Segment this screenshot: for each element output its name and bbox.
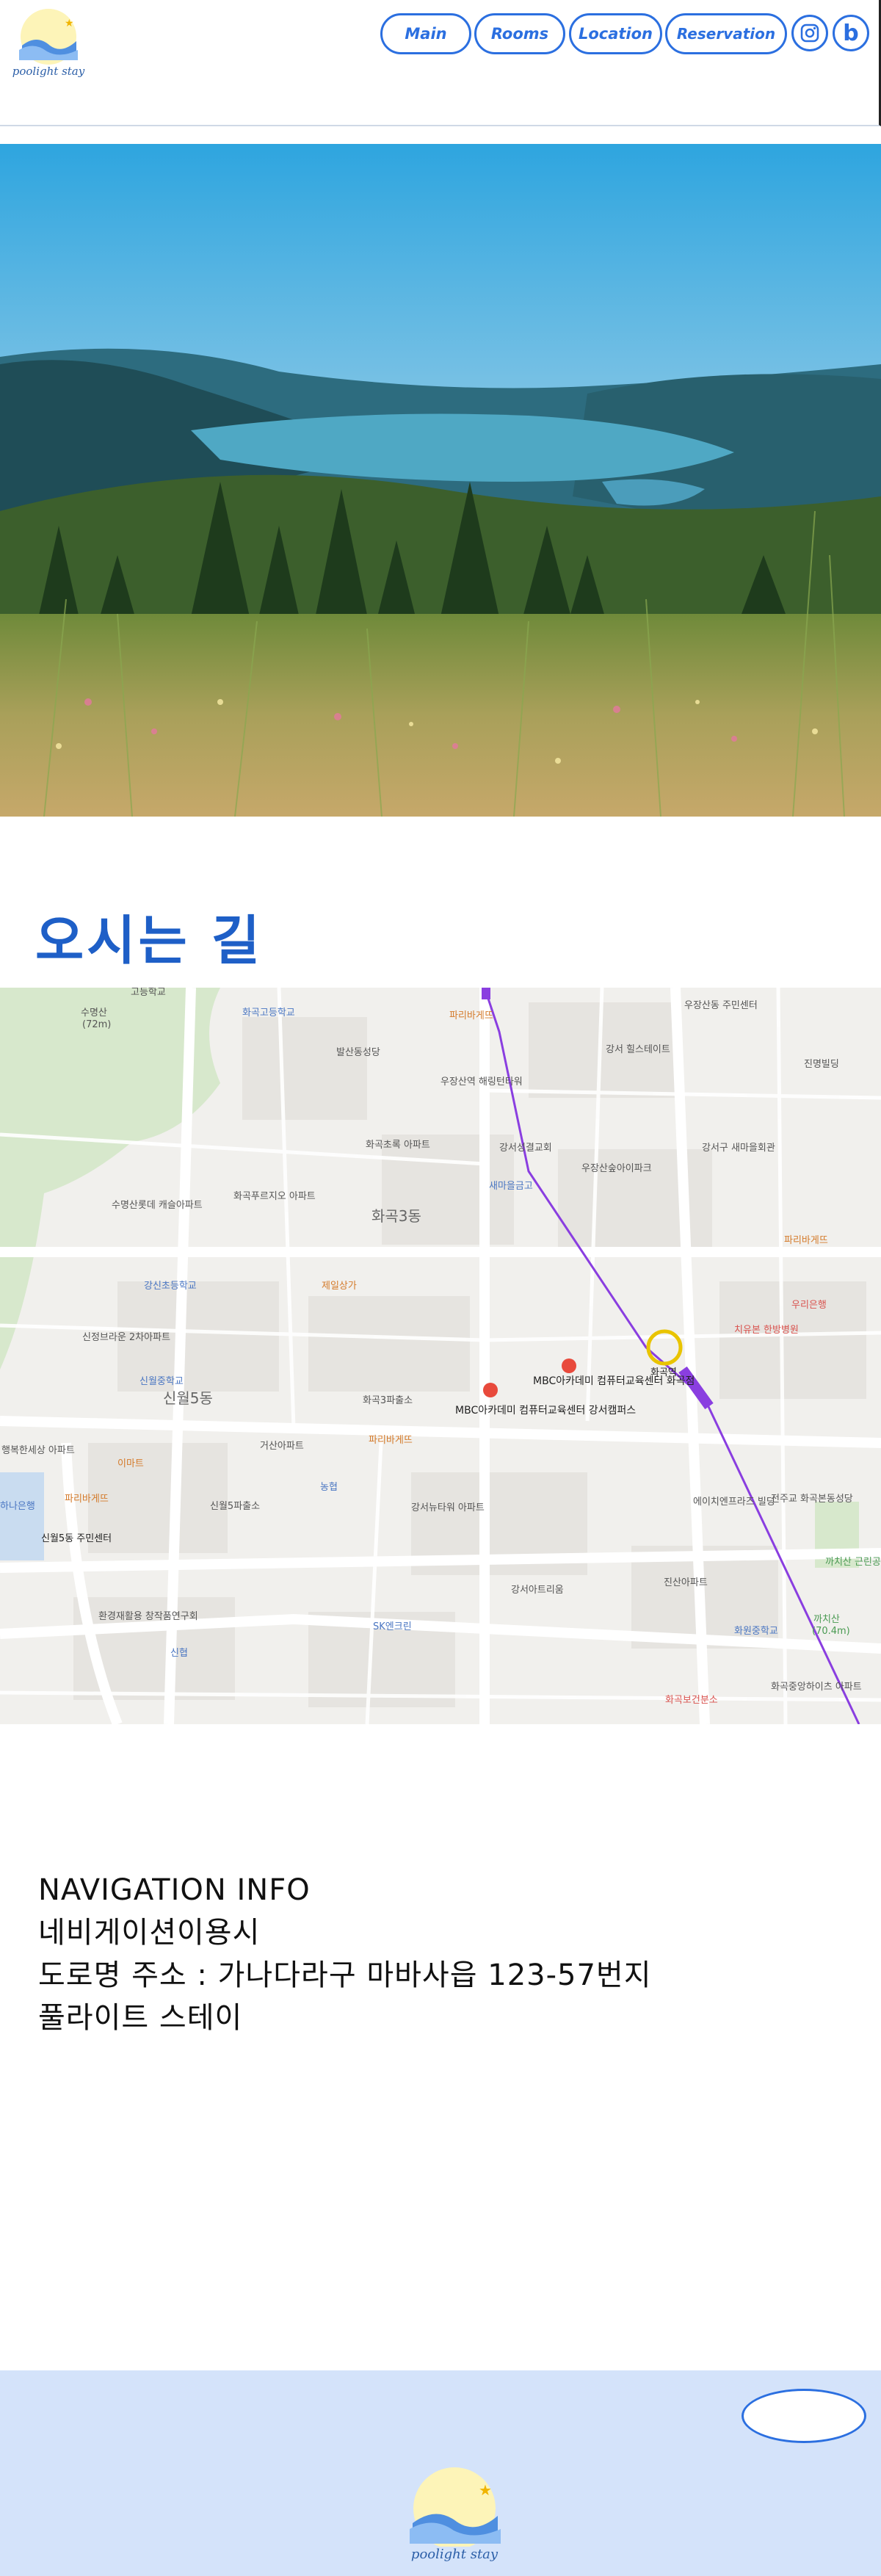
svg-text:화곡고등학교: 화곡고등학교 <box>242 1007 295 1019</box>
info-address: 도로명 주소 : 가나다라구 마바사읍 123-57번지 <box>38 1958 652 1992</box>
svg-text:우장산역 해링턴타워: 우장산역 해링턴타워 <box>440 1077 523 1088</box>
info-heading: NAVIGATION INFO <box>38 1873 311 1907</box>
nav-reservation[interactable]: Reservation <box>665 13 787 54</box>
svg-text:(72m): (72m) <box>82 1019 111 1030</box>
svg-text:(70.4m): (70.4m) <box>812 1626 850 1637</box>
svg-text:화곡3동: 화곡3동 <box>371 1207 421 1225</box>
svg-text:고등학교: 고등학교 <box>131 988 166 998</box>
site-footer: ★ poolight stay <box>0 2370 881 2576</box>
svg-text:신정브라운 2차아파트: 신정브라운 2차아파트 <box>82 1332 170 1343</box>
location-map[interactable]: 수명산 (72m) 고등학교 화곡고등학교 발산동성당 파리바게뜨 우장산동 주… <box>0 988 881 1724</box>
svg-text:치유본 한방병원: 치유본 한방병원 <box>734 1325 799 1336</box>
logo-icon: ★ <box>410 2467 501 2550</box>
svg-text:까치산 근린공원: 까치산 근린공원 <box>825 1557 881 1568</box>
svg-text:강서뉴타워 아파트: 강서뉴타워 아파트 <box>411 1502 485 1513</box>
svg-text:행복한세상 아파트: 행복한세상 아파트 <box>1 1444 75 1456</box>
svg-text:화곡역: 화곡역 <box>650 1367 677 1378</box>
svg-text:화곡중앙하이츠 아파트: 화곡중앙하이츠 아파트 <box>771 1682 862 1693</box>
svg-text:거산아파트: 거산아파트 <box>260 1441 304 1452</box>
logo-text: poolight stay <box>12 65 85 78</box>
svg-text:화원중학교: 화원중학교 <box>734 1626 778 1637</box>
footer-oval-button[interactable] <box>742 2389 866 2443</box>
svg-text:우장산숲아이파크: 우장산숲아이파크 <box>581 1163 652 1174</box>
svg-text:파리바게뜨: 파리바게뜨 <box>369 1435 413 1446</box>
info-place-name: 풀라이트 스테이 <box>38 2001 243 2035</box>
svg-text:에이치엔프라즈 빌딩: 에이치엔프라즈 빌딩 <box>693 1497 775 1508</box>
svg-text:강서아트리움: 강서아트리움 <box>511 1585 564 1596</box>
map-pin-icon <box>562 1358 576 1373</box>
svg-text:SK엔크린: SK엔크린 <box>373 1621 412 1632</box>
svg-text:화곡초록 아파트: 화곡초록 아파트 <box>366 1140 430 1151</box>
navigation-info: NAVIGATION INFO 네비게이션이용시 도로명 주소 : 가나다라구 … <box>38 1869 652 2039</box>
svg-text:★: ★ <box>65 18 74 29</box>
svg-text:★: ★ <box>479 2481 492 2499</box>
svg-text:우장산동 주민센터: 우장산동 주민센터 <box>684 1000 758 1011</box>
logo[interactable]: ★ poolight stay <box>12 7 85 84</box>
svg-text:MBC아카데미 컴퓨터교육센터 강서캠퍼스: MBC아카데미 컴퓨터교육센터 강서캠퍼스 <box>455 1405 636 1417</box>
svg-text:전주교 화곡본동성당: 전주교 화곡본동성당 <box>771 1494 853 1505</box>
svg-text:강신초등학교: 강신초등학교 <box>144 1281 197 1292</box>
svg-text:강서구 새마을회관: 강서구 새마을회관 <box>702 1143 775 1154</box>
svg-text:이마트: 이마트 <box>117 1458 144 1469</box>
svg-text:발산동성당: 발산동성당 <box>336 1047 380 1058</box>
hero-landscape-image <box>0 144 881 817</box>
svg-text:화곡3파출소: 화곡3파출소 <box>363 1395 413 1406</box>
nav-rooms[interactable]: Rooms <box>474 13 565 54</box>
svg-text:제일상가: 제일상가 <box>322 1281 357 1292</box>
svg-text:강서 힐스테이트: 강서 힐스테이트 <box>606 1044 670 1055</box>
svg-text:화곡보건분소: 화곡보건분소 <box>665 1695 718 1706</box>
svg-text:파리바게뜨: 파리바게뜨 <box>449 1010 493 1021</box>
svg-text:신월5파출소: 신월5파출소 <box>210 1501 260 1512</box>
footer-logo-text: poolight stay <box>410 2547 498 2562</box>
site-header: ★ poolight stay Main Rooms Location Rese… <box>0 0 881 126</box>
nav-main[interactable]: Main <box>380 13 471 54</box>
svg-text:농협: 농협 <box>320 1482 338 1493</box>
svg-text:수명산롯데 캐슬아파트: 수명산롯데 캐슬아파트 <box>112 1200 203 1211</box>
svg-text:까치산: 까치산 <box>813 1614 840 1625</box>
blog-button[interactable]: b <box>833 15 869 51</box>
svg-text:환경재활용 창작품연구회: 환경재활용 창작품연구회 <box>98 1611 198 1622</box>
info-navigation-note: 네비게이션이용시 <box>38 1916 261 1950</box>
svg-text:신월5동 주민센터: 신월5동 주민센터 <box>41 1533 112 1544</box>
svg-text:화곡푸르지오 아파트: 화곡푸르지오 아파트 <box>233 1191 316 1202</box>
instagram-button[interactable] <box>791 15 828 51</box>
map-pin-icon <box>483 1383 498 1397</box>
svg-text:신협: 신협 <box>170 1648 188 1659</box>
svg-text:진명빌딩: 진명빌딩 <box>804 1059 839 1070</box>
logo-icon: ★ <box>19 9 78 65</box>
svg-text:신월중학교: 신월중학교 <box>139 1376 184 1387</box>
footer-logo[interactable]: ★ poolight stay <box>399 2464 510 2569</box>
svg-text:강서성결교회: 강서성결교회 <box>499 1143 552 1154</box>
section-title: 오시는 길 <box>35 910 264 972</box>
svg-text:진산아파트: 진산아파트 <box>664 1577 708 1588</box>
svg-text:신월5동: 신월5동 <box>163 1389 213 1407</box>
instagram-icon <box>800 23 819 43</box>
nav-location[interactable]: Location <box>569 13 662 54</box>
blog-icon: b <box>843 20 859 46</box>
svg-text:우리은행: 우리은행 <box>791 1299 827 1311</box>
svg-text:하나은행: 하나은행 <box>0 1500 35 1512</box>
svg-text:파리바게뜨: 파리바게뜨 <box>784 1235 828 1246</box>
svg-text:파리바게뜨: 파리바게뜨 <box>65 1494 109 1505</box>
svg-text:수명산: 수명산 <box>81 1007 107 1019</box>
svg-text:새마을금고: 새마을금고 <box>489 1181 533 1192</box>
